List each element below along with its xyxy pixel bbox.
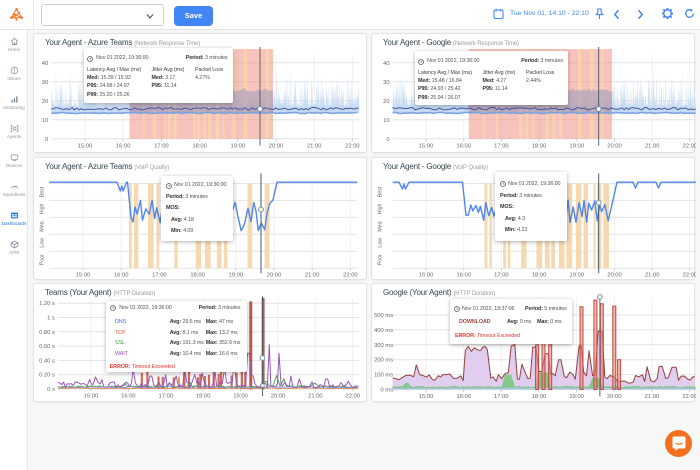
svg-text:22:00: 22:00 bbox=[345, 143, 360, 149]
svg-text:18:00: 18:00 bbox=[196, 394, 211, 400]
svg-text:16:00: 16:00 bbox=[116, 143, 131, 149]
svg-text:18:00: 18:00 bbox=[190, 273, 205, 279]
svg-text:16:00: 16:00 bbox=[456, 143, 471, 149]
svg-text:100 ms: 100 ms bbox=[374, 373, 393, 379]
svg-text:1.20 s: 1.20 s bbox=[39, 301, 55, 307]
svg-text:18:00: 18:00 bbox=[532, 273, 547, 279]
svg-text:20:00: 20:00 bbox=[269, 143, 284, 149]
svg-text:19:00: 19:00 bbox=[233, 394, 248, 400]
svg-text:1 s: 1 s bbox=[47, 316, 55, 322]
svg-text:0.20 s: 0.20 s bbox=[39, 373, 55, 379]
svg-text:17:00: 17:00 bbox=[494, 143, 509, 149]
svg-text:22:00: 22:00 bbox=[682, 394, 696, 400]
svg-text:Best: Best bbox=[40, 186, 46, 197]
svg-text:0.40 s: 0.40 s bbox=[39, 358, 55, 364]
svg-text:20: 20 bbox=[383, 99, 389, 105]
svg-text:0.60 s: 0.60 s bbox=[39, 344, 55, 350]
svg-text:15:00: 15:00 bbox=[419, 273, 434, 279]
svg-text:0: 0 bbox=[386, 137, 389, 143]
svg-text:0.80 s: 0.80 s bbox=[39, 330, 55, 336]
svg-text:10: 10 bbox=[383, 118, 389, 124]
svg-text:200 ms: 200 ms bbox=[374, 358, 393, 364]
svg-text:17:00: 17:00 bbox=[152, 273, 167, 279]
svg-text:Poor: Poor bbox=[378, 254, 384, 265]
svg-text:400 ms: 400 ms bbox=[374, 328, 393, 334]
svg-text:40: 40 bbox=[383, 61, 389, 67]
svg-text:20:00: 20:00 bbox=[607, 143, 622, 149]
svg-text:20:00: 20:00 bbox=[607, 394, 622, 400]
svg-text:Med.: Med. bbox=[40, 220, 46, 232]
svg-text:17:00: 17:00 bbox=[154, 143, 169, 149]
svg-text:15:00: 15:00 bbox=[84, 394, 99, 400]
svg-text:0 ms: 0 ms bbox=[381, 388, 394, 394]
svg-text:High: High bbox=[378, 203, 384, 214]
svg-text:18:00: 18:00 bbox=[192, 143, 207, 149]
svg-text:Med.: Med. bbox=[378, 220, 384, 232]
svg-text:21:00: 21:00 bbox=[305, 273, 320, 279]
svg-text:30: 30 bbox=[383, 80, 389, 86]
svg-text:20:00: 20:00 bbox=[607, 273, 622, 279]
svg-text:18:00: 18:00 bbox=[532, 394, 547, 400]
svg-text:20:00: 20:00 bbox=[267, 273, 282, 279]
svg-text:17:00: 17:00 bbox=[494, 273, 509, 279]
svg-text:22:00: 22:00 bbox=[346, 394, 361, 400]
svg-text:Best: Best bbox=[378, 186, 384, 197]
svg-text:22:00: 22:00 bbox=[343, 273, 358, 279]
svg-text:Low: Low bbox=[40, 238, 46, 248]
svg-text:22:00: 22:00 bbox=[683, 273, 696, 279]
svg-text:19:00: 19:00 bbox=[569, 394, 584, 400]
svg-text:19:00: 19:00 bbox=[570, 273, 585, 279]
svg-text:16:00: 16:00 bbox=[456, 273, 471, 279]
svg-text:10: 10 bbox=[42, 118, 48, 124]
svg-text:20:00: 20:00 bbox=[271, 394, 286, 400]
svg-text:21:00: 21:00 bbox=[645, 143, 660, 149]
svg-text:20: 20 bbox=[42, 99, 48, 105]
svg-text:High: High bbox=[40, 203, 46, 214]
svg-text:18:00: 18:00 bbox=[532, 143, 547, 149]
svg-text:500 ms: 500 ms bbox=[374, 313, 393, 319]
svg-text:15:00: 15:00 bbox=[419, 143, 434, 149]
svg-text:16:00: 16:00 bbox=[456, 394, 471, 400]
svg-text:15:00: 15:00 bbox=[419, 394, 434, 400]
svg-text:22:00: 22:00 bbox=[683, 143, 696, 149]
svg-text:30: 30 bbox=[42, 80, 48, 86]
svg-text:19:00: 19:00 bbox=[229, 273, 244, 279]
svg-text:21:00: 21:00 bbox=[645, 394, 660, 400]
svg-text:Poor: Poor bbox=[40, 254, 46, 265]
svg-text:40: 40 bbox=[42, 61, 48, 67]
svg-text:15:00: 15:00 bbox=[78, 143, 93, 149]
svg-text:19:00: 19:00 bbox=[231, 143, 246, 149]
svg-text:0 s: 0 s bbox=[47, 387, 55, 393]
svg-text:300 ms: 300 ms bbox=[374, 343, 393, 349]
svg-text:0: 0 bbox=[45, 137, 48, 143]
svg-text:19:00: 19:00 bbox=[570, 143, 585, 149]
svg-text:21:00: 21:00 bbox=[308, 394, 323, 400]
svg-text:15:00: 15:00 bbox=[76, 273, 91, 279]
svg-text:16:00: 16:00 bbox=[121, 394, 136, 400]
svg-text:21:00: 21:00 bbox=[645, 273, 660, 279]
svg-text:Low: Low bbox=[378, 238, 384, 248]
svg-text:17:00: 17:00 bbox=[159, 394, 174, 400]
svg-text:16:00: 16:00 bbox=[114, 273, 129, 279]
svg-text:21:00: 21:00 bbox=[307, 143, 322, 149]
svg-text:17:00: 17:00 bbox=[494, 394, 509, 400]
